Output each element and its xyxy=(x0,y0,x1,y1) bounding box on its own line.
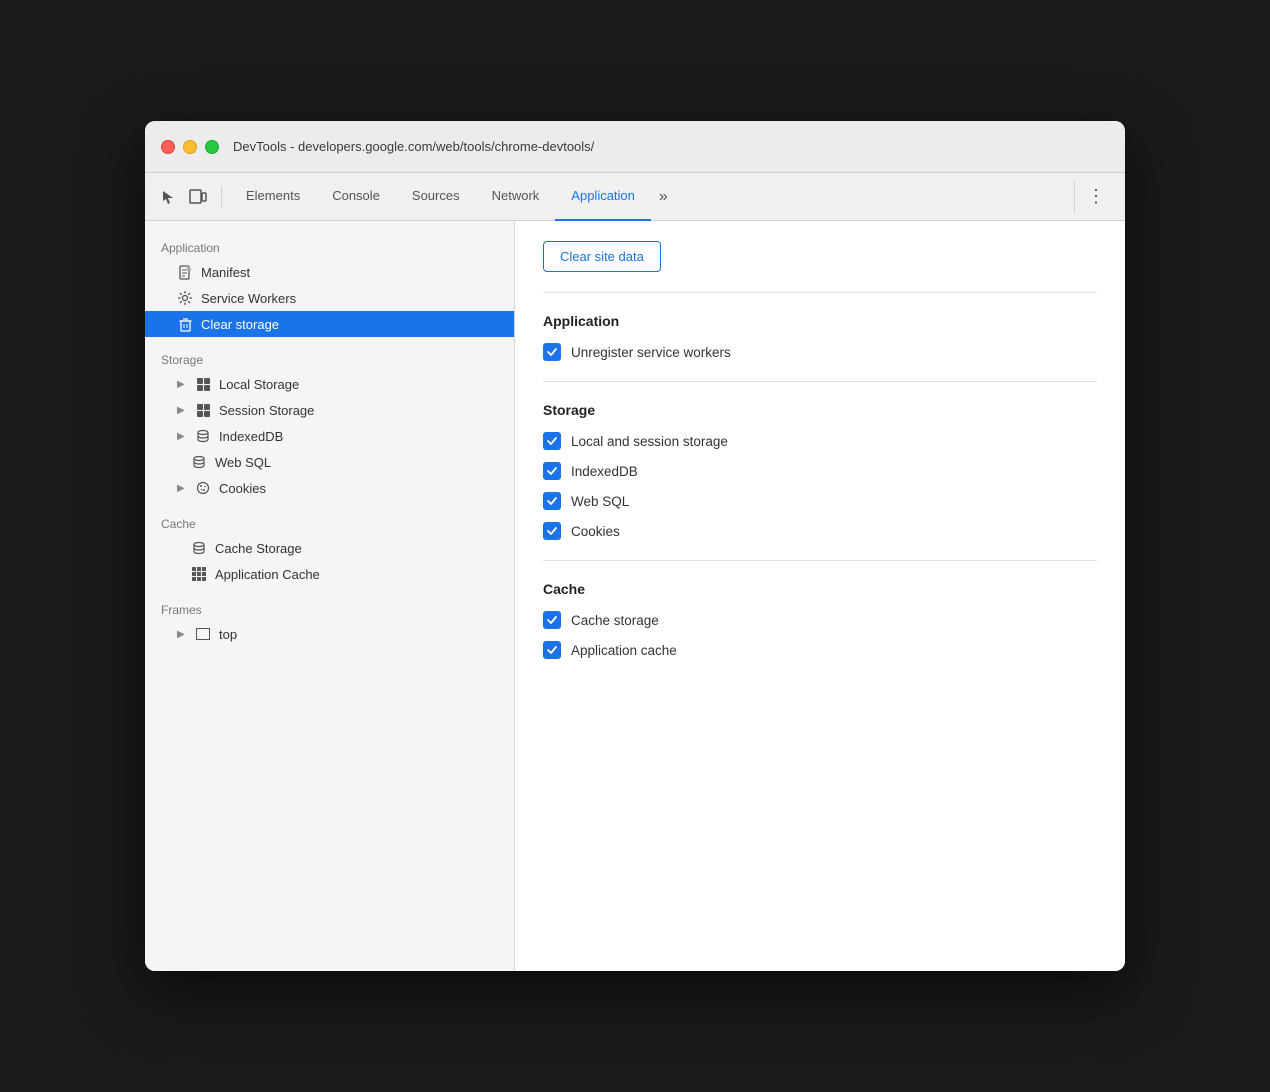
panel-cache-section: Cache Cache storage Applica xyxy=(543,581,1097,679)
sidebar-item-indexeddb-label: IndexedDB xyxy=(219,429,283,444)
cookie-icon xyxy=(195,480,211,496)
db-icon xyxy=(191,454,207,470)
panel-application-section: Application Unregister service workers xyxy=(543,313,1097,382)
main-content: Application Manifest xyxy=(145,221,1125,971)
checkbox-unregister-sw[interactable] xyxy=(543,343,561,361)
sidebar-item-cache-storage[interactable]: Cache Storage xyxy=(145,535,514,561)
minimize-button[interactable] xyxy=(183,140,197,154)
panel-top: Clear site data xyxy=(543,241,1097,293)
clear-site-data-button[interactable]: Clear site data xyxy=(543,241,661,272)
checkbox-cache-storage[interactable] xyxy=(543,611,561,629)
checkbox-cookies[interactable] xyxy=(543,522,561,540)
sidebar-item-manifest[interactable]: Manifest xyxy=(145,259,514,285)
check-indexeddb-label: IndexedDB xyxy=(571,464,638,479)
sidebar-item-web-sql-label: Web SQL xyxy=(215,455,271,470)
sidebar-item-clear-storage-label: Clear storage xyxy=(201,317,279,332)
section-header-application: Application xyxy=(145,233,514,259)
checkbox-app-cache[interactable] xyxy=(543,641,561,659)
sidebar-item-top-label: top xyxy=(219,627,237,642)
main-panel: Clear site data Application Unregister s… xyxy=(515,221,1125,971)
panel-application-title: Application xyxy=(543,313,1097,329)
panel-cache-title: Cache xyxy=(543,581,1097,597)
panel-storage-title: Storage xyxy=(543,402,1097,418)
sidebar: Application Manifest xyxy=(145,221,515,971)
window-title: DevTools - developers.google.com/web/too… xyxy=(233,139,594,154)
tab-sources[interactable]: Sources xyxy=(396,173,476,221)
check-app-cache-label: Application cache xyxy=(571,643,677,658)
toolbar-separator xyxy=(1074,181,1075,213)
sidebar-item-service-workers-label: Service Workers xyxy=(201,291,296,306)
check-indexeddb: IndexedDB xyxy=(543,462,1097,480)
devtools-window: DevTools - developers.google.com/web/too… xyxy=(145,121,1125,971)
check-app-cache: Application cache xyxy=(543,641,1097,659)
document-icon xyxy=(177,264,193,280)
toolbar-tabs: Elements Console Sources Network Applica… xyxy=(230,173,1070,221)
checkbox-indexeddb[interactable] xyxy=(543,462,561,480)
db-icon xyxy=(195,428,211,444)
section-header-frames: Frames xyxy=(145,595,514,621)
check-cache-storage-label: Cache storage xyxy=(571,613,659,628)
check-web-sql-label: Web SQL xyxy=(571,494,629,509)
gear-icon xyxy=(177,290,193,306)
section-header-storage: Storage xyxy=(145,345,514,371)
trash-icon xyxy=(177,316,193,332)
check-cookies-label: Cookies xyxy=(571,524,620,539)
frame-icon xyxy=(195,626,211,642)
section-header-cache: Cache xyxy=(145,509,514,535)
app-cache-icon xyxy=(191,566,207,582)
check-unregister-sw: Unregister service workers xyxy=(543,343,1097,361)
sidebar-item-local-storage-label: Local Storage xyxy=(219,377,299,392)
maximize-button[interactable] xyxy=(205,140,219,154)
sidebar-item-indexeddb[interactable]: ▶ IndexedDB xyxy=(145,423,514,449)
arrow-icon: ▶ xyxy=(177,405,187,416)
sidebar-item-cookies-label: Cookies xyxy=(219,481,266,496)
tab-network[interactable]: Network xyxy=(476,173,556,221)
sidebar-item-cache-storage-label: Cache Storage xyxy=(215,541,302,556)
toolbar: Elements Console Sources Network Applica… xyxy=(145,173,1125,221)
sidebar-item-clear-storage[interactable]: Clear storage xyxy=(145,311,514,337)
check-local-session: Local and session storage xyxy=(543,432,1097,450)
arrow-icon: ▶ xyxy=(177,629,187,640)
sidebar-item-service-workers[interactable]: Service Workers xyxy=(145,285,514,311)
sidebar-item-local-storage[interactable]: ▶ Local Storage xyxy=(145,371,514,397)
traffic-lights xyxy=(161,140,219,154)
toolbar-left-icons xyxy=(157,186,222,208)
tab-console[interactable]: Console xyxy=(316,173,396,221)
panel-storage-section: Storage Local and session storage xyxy=(543,402,1097,561)
check-unregister-sw-label: Unregister service workers xyxy=(571,345,731,360)
sidebar-item-manifest-label: Manifest xyxy=(201,265,250,280)
tab-elements[interactable]: Elements xyxy=(230,173,316,221)
grid-icon xyxy=(195,376,211,392)
check-cache-storage: Cache storage xyxy=(543,611,1097,629)
sidebar-item-top[interactable]: ▶ top xyxy=(145,621,514,647)
arrow-icon: ▶ xyxy=(177,431,187,442)
sidebar-item-app-cache[interactable]: Application Cache xyxy=(145,561,514,587)
checkbox-web-sql[interactable] xyxy=(543,492,561,510)
titlebar: DevTools - developers.google.com/web/too… xyxy=(145,121,1125,173)
tab-application[interactable]: Application xyxy=(555,173,651,221)
check-local-session-label: Local and session storage xyxy=(571,434,728,449)
more-tabs-button[interactable]: » xyxy=(651,173,676,221)
sidebar-item-session-storage[interactable]: ▶ Session Storage xyxy=(145,397,514,423)
check-web-sql: Web SQL xyxy=(543,492,1097,510)
arrow-icon: ▶ xyxy=(177,379,187,390)
sidebar-item-app-cache-label: Application Cache xyxy=(215,567,320,582)
sidebar-item-cookies[interactable]: ▶ Cookies xyxy=(145,475,514,501)
close-button[interactable] xyxy=(161,140,175,154)
sidebar-item-session-storage-label: Session Storage xyxy=(219,403,314,418)
toolbar-menu-button[interactable]: ⋮ xyxy=(1079,186,1113,207)
check-cookies: Cookies xyxy=(543,522,1097,540)
checkbox-local-session[interactable] xyxy=(543,432,561,450)
sidebar-item-web-sql[interactable]: Web SQL xyxy=(145,449,514,475)
cursor-icon[interactable] xyxy=(157,186,179,208)
grid-icon xyxy=(195,402,211,418)
device-icon[interactable] xyxy=(187,186,209,208)
cache-storage-icon xyxy=(191,540,207,556)
arrow-icon: ▶ xyxy=(177,483,187,494)
